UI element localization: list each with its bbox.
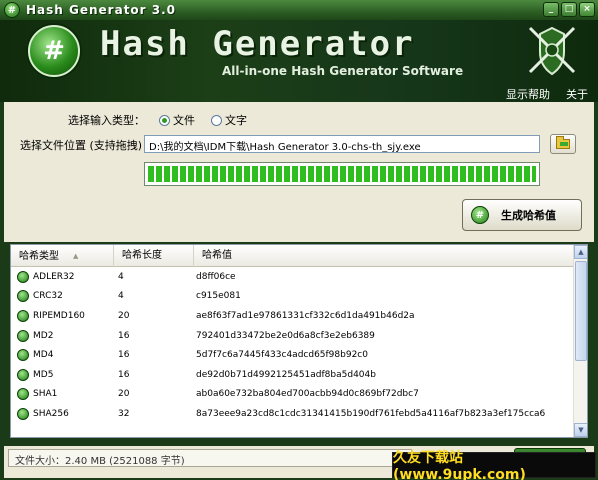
hash-row-icon bbox=[17, 309, 29, 322]
hash-value: 792401d33472be2e0d6a8cf3e2eb6389 bbox=[196, 330, 375, 341]
hash-logo-icon: # bbox=[28, 25, 80, 77]
table-row[interactable]: MD2 16 792401d33472be2e0d6a8cf3e2eb6389 bbox=[11, 326, 574, 346]
file-location-label: 选择文件位置 (支持拖拽)： bbox=[20, 139, 154, 152]
list-header: 哈希类型 ▲ 哈希长度 哈希值 bbox=[11, 245, 574, 267]
input-type-row: 选择输入类型： 文件 文字 bbox=[68, 112, 247, 128]
hash-row-icon bbox=[17, 329, 29, 342]
scroll-thumb[interactable] bbox=[575, 261, 587, 361]
menu-show-help[interactable]: 显示帮助 bbox=[506, 86, 550, 102]
hash-row-icon bbox=[17, 290, 29, 303]
hash-value: d8ff06ce bbox=[196, 271, 236, 282]
hash-results-list[interactable]: 哈希类型 ▲ 哈希长度 哈希值 ADLER32 4 d8ff06ce CRC32 4 c91… bbox=[10, 244, 588, 438]
hash-length: 16 bbox=[118, 330, 130, 341]
table-row[interactable]: ADLER32 4 d8ff06ce bbox=[11, 267, 574, 287]
column-header-type[interactable]: 哈希类型 ▲ bbox=[11, 245, 114, 267]
site-watermark: 久友下载站(www.9upk.com) bbox=[392, 450, 596, 480]
title-bar: # Hash Generator 3.0 _ □ × bbox=[0, 0, 598, 20]
radio-text[interactable]: 文字 bbox=[211, 112, 247, 128]
app-icon: # bbox=[4, 2, 20, 18]
hash-type: MD4 bbox=[33, 350, 54, 361]
hash-value: de92d0b71d4992125451adf8ba5d404b bbox=[196, 369, 376, 380]
hash-length: 4 bbox=[118, 291, 124, 302]
hash-type: ADLER32 bbox=[33, 271, 75, 282]
hash-row-icon bbox=[17, 388, 29, 401]
table-row[interactable]: MD4 16 5d7f7c6a7445f433c4adcd65f98b92c0 bbox=[11, 345, 574, 365]
hash-value: 8a73eee9a23cd8c1cdc31341415b190df761febd… bbox=[196, 408, 546, 419]
generate-hash-button[interactable]: # 生成哈希值 bbox=[462, 199, 582, 231]
table-row[interactable]: RIPEMD160 20 ae8f63f7ad1e97861331cf332c6d1… bbox=[11, 306, 574, 326]
radio-file-label: 文件 bbox=[173, 114, 195, 127]
window-title: Hash Generator 3.0 bbox=[26, 3, 177, 17]
hash-type: MD5 bbox=[33, 369, 54, 380]
hash-value: ae8f63f7ad1e97861331cf332c6d1da491b46d2a bbox=[196, 310, 415, 321]
input-type-label: 选择输入类型： bbox=[68, 114, 145, 127]
hash-type: SHA256 bbox=[33, 408, 69, 419]
radio-file[interactable]: 文件 bbox=[159, 112, 195, 128]
file-path-field[interactable]: D:\我的文档\IDM下载\Hash Generator 3.0-chs-th_… bbox=[144, 135, 540, 153]
hash-length: 20 bbox=[118, 389, 130, 400]
hash-type: RIPEMD160 bbox=[33, 310, 85, 321]
hash-value: ab0a60e732ba804ed700acbb94d0c869bf72dbc7 bbox=[196, 389, 419, 400]
file-size-status: 文件大小：2.40 MB (2521088 字节) bbox=[8, 449, 412, 467]
browse-button[interactable] bbox=[550, 134, 576, 154]
menu-about[interactable]: 关于 bbox=[566, 86, 588, 102]
hash-type: MD2 bbox=[33, 330, 54, 341]
minimize-button[interactable]: _ bbox=[543, 2, 559, 17]
hash-type: SHA1 bbox=[33, 389, 58, 400]
hash-length: 4 bbox=[118, 271, 124, 282]
column-header-length[interactable]: 哈希长度 bbox=[114, 245, 194, 267]
scroll-down-icon[interactable]: ▼ bbox=[574, 423, 587, 437]
banner-subtitle: All-in-one Hash Generator Software bbox=[222, 64, 464, 78]
list-body: ADLER32 4 d8ff06ce CRC32 4 c915e081 RIPEMD160 2… bbox=[11, 267, 574, 424]
vertical-scrollbar[interactable]: ▲ ▼ bbox=[573, 245, 587, 437]
file-location-row: 选择文件位置 (支持拖拽)： bbox=[20, 137, 153, 153]
hash-length: 20 bbox=[118, 310, 130, 321]
generate-hash-label: 生成哈希值 bbox=[501, 209, 556, 222]
hash-length: 16 bbox=[118, 350, 130, 361]
scroll-up-icon[interactable]: ▲ bbox=[574, 245, 587, 259]
hash-row-icon bbox=[17, 270, 29, 283]
hash-row-icon bbox=[17, 349, 29, 362]
crossed-swords-icon bbox=[528, 26, 576, 76]
hash-length: 32 bbox=[118, 408, 130, 419]
hash-row-icon bbox=[17, 407, 29, 420]
table-row[interactable]: MD5 16 de92d0b71d4992125451adf8ba5d404b bbox=[11, 365, 574, 385]
hash-type: CRC32 bbox=[33, 291, 63, 302]
hash-value: 5d7f7c6a7445f433c4adcd65f98b92c0 bbox=[196, 350, 368, 361]
hash-length: 16 bbox=[118, 369, 130, 380]
close-button[interactable]: × bbox=[579, 2, 595, 17]
sort-up-icon: ▲ bbox=[73, 252, 79, 260]
radio-text-indicator[interactable] bbox=[211, 114, 222, 126]
hash-icon: # bbox=[471, 206, 489, 224]
column-header-value[interactable]: 哈希值 bbox=[194, 245, 574, 267]
progress-bar bbox=[144, 162, 540, 186]
banner: # Hash Generator All-in-one Hash Generat… bbox=[0, 20, 598, 102]
radio-text-label: 文字 bbox=[225, 114, 247, 127]
table-row[interactable]: SHA256 32 8a73eee9a23cd8c1cdc31341415b190d… bbox=[11, 404, 574, 424]
banner-title: Hash Generator bbox=[100, 24, 415, 64]
table-row[interactable]: SHA1 20 ab0a60e732ba804ed700acbb94d0c869bf… bbox=[11, 385, 574, 405]
hash-value: c915e081 bbox=[196, 291, 241, 302]
window-controls: _ □ × bbox=[543, 2, 595, 17]
input-panel: 选择输入类型： 文件 文字 选择文件位置 (支持拖拽)： D:\我的文档\IDM… bbox=[4, 102, 594, 242]
table-row[interactable]: CRC32 4 c915e081 bbox=[11, 287, 574, 307]
radio-file-indicator[interactable] bbox=[159, 114, 170, 126]
maximize-button[interactable]: □ bbox=[561, 2, 577, 17]
progress-fill bbox=[148, 166, 536, 182]
hash-row-icon bbox=[17, 368, 29, 381]
banner-menu: 显示帮助 关于 bbox=[506, 86, 588, 102]
folder-icon bbox=[556, 136, 570, 149]
